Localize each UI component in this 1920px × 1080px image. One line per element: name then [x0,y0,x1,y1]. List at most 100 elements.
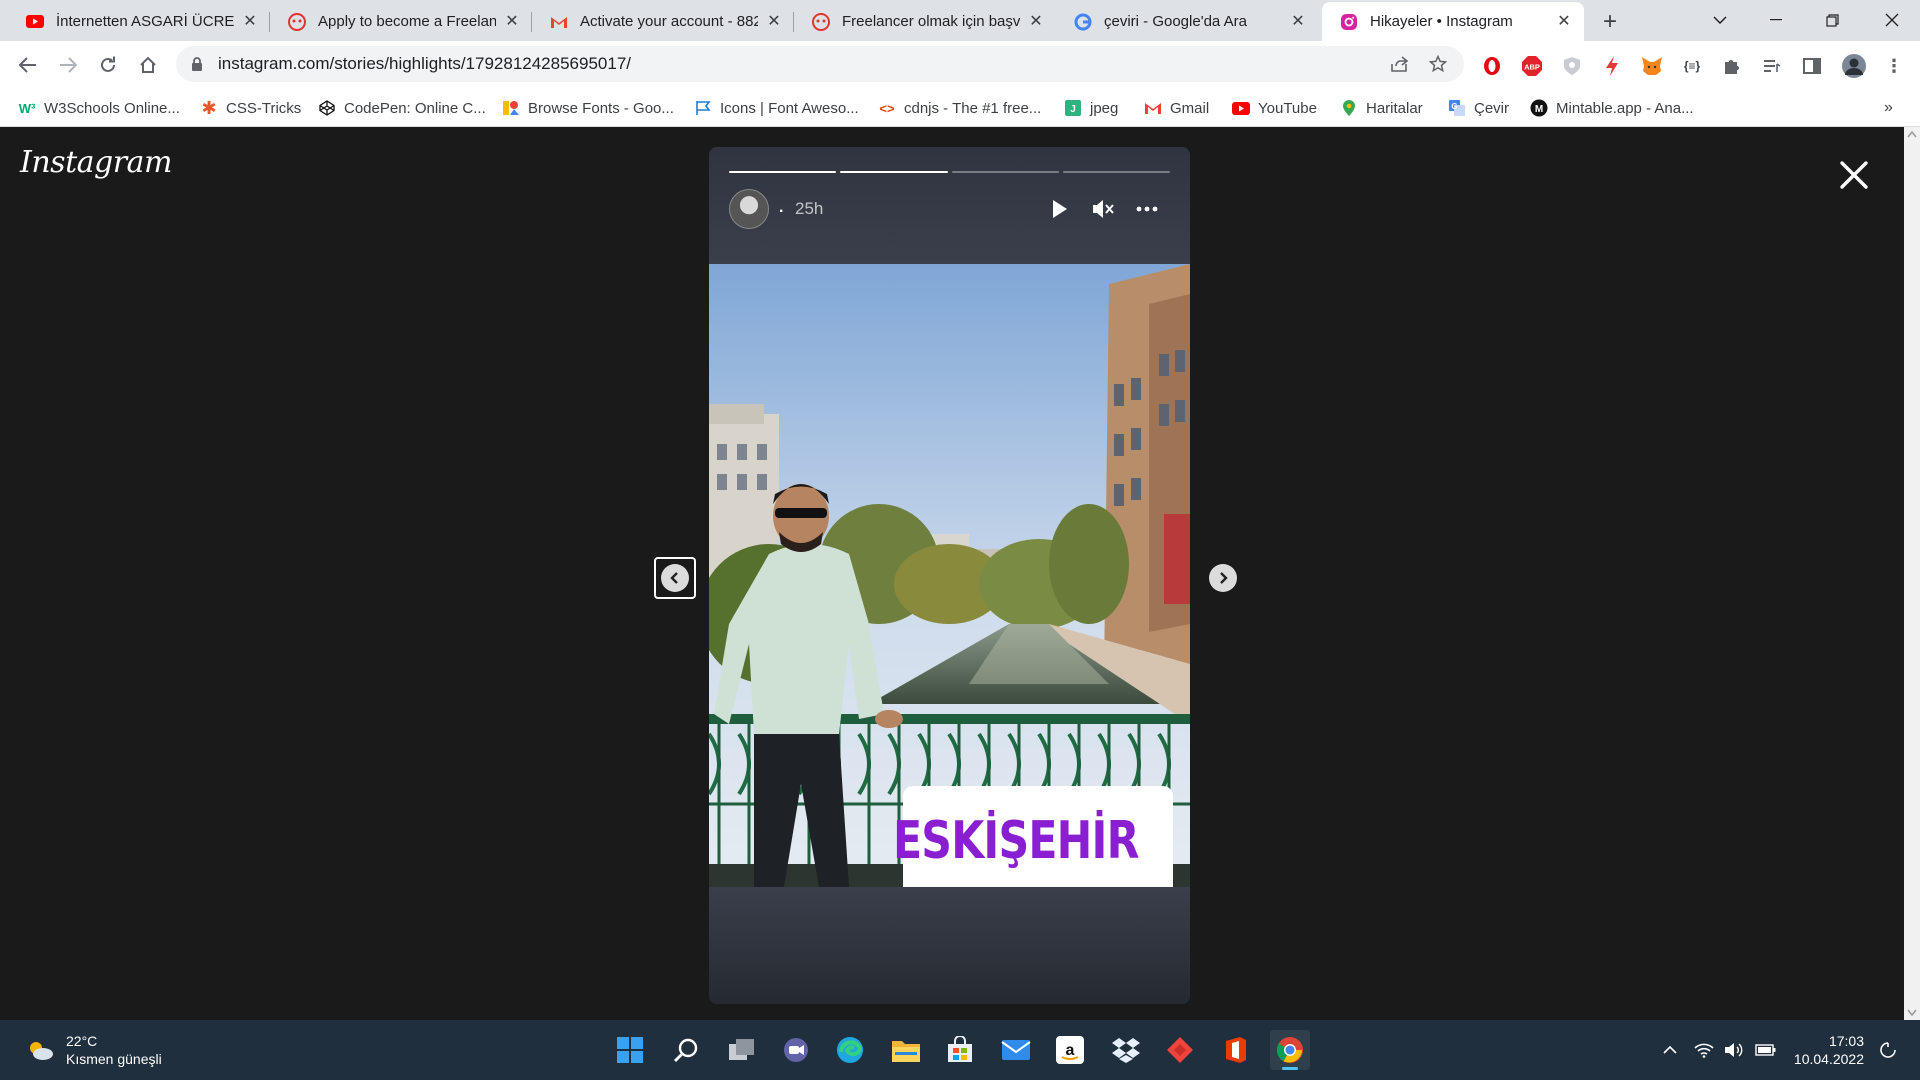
restore-button[interactable] [1804,0,1860,40]
close-tab-icon[interactable]: ✕ [1288,12,1308,32]
profile-avatar[interactable] [1840,52,1868,80]
bookmark-codepen[interactable]: CodePen: Online C... [318,97,486,119]
mail-icon[interactable] [996,1030,1036,1070]
maps-icon [1340,99,1358,117]
tab-instagram[interactable]: Hikayeler • Instagram ✕ [1322,2,1584,41]
location-sticker[interactable]: ESKİŞEHİR [893,786,1173,887]
bookmark-youtube[interactable]: YouTube [1232,97,1317,119]
edge-icon[interactable] [830,1030,870,1070]
close-window-button[interactable] [1864,0,1920,40]
office-icon[interactable] [1216,1030,1256,1070]
more-options-button[interactable] [1133,195,1161,223]
clock-date: 10.04.2022 [1793,1051,1864,1067]
story-viewer[interactable]: . 25h ESKİŞEHİR [709,147,1190,1004]
story-progress-bar [729,171,1170,174]
youtube-icon [26,13,44,31]
tab-freelancer-tr[interactable]: Freelancer olmak için başvur ✕ [794,2,1056,41]
close-story-button[interactable] [1836,157,1872,193]
bookmark-mintable[interactable]: M Mintable.app - Ana... [1530,97,1694,119]
bookmark-jpeg[interactable]: Jjpeg [1064,97,1118,119]
bookmark-cdnjs[interactable]: <> cdnjs - The #1 free... [878,97,1041,119]
bolt-extension-icon[interactable] [1600,54,1624,78]
bookmark-cevir[interactable]: G Çevir [1448,97,1509,119]
google-fonts-icon [502,99,520,117]
story-avatar[interactable] [729,189,769,229]
bookmark-font-awesome[interactable]: Icons | Font Aweso... [694,97,859,119]
weather-temp: 22°C [66,1033,98,1049]
lock-icon[interactable] [190,56,206,72]
tab-google-search[interactable]: çeviri - Google'da Ara ✕ [1056,2,1318,41]
show-hidden-icons-icon[interactable] [1658,1038,1682,1062]
page-scrollbar[interactable] [1904,127,1920,1020]
wifi-icon[interactable] [1692,1038,1716,1062]
chrome-menu-icon[interactable]: ⋮ [1882,54,1906,78]
weather-widget[interactable]: 22°C Kısmen güneşli [26,1032,162,1068]
close-tab-icon[interactable]: ✕ [1554,12,1574,32]
freelancer-icon [288,12,306,31]
amazon-icon[interactable]: a [1050,1030,1090,1070]
store-icon[interactable] [940,1030,980,1070]
instagram-logo[interactable]: Instagram [20,145,172,180]
mute-button[interactable] [1089,195,1117,223]
bookmark-label: Haritalar [1366,99,1423,117]
json-extension-icon[interactable]: {≡} [1680,54,1704,78]
system-clock[interactable]: 17:03 10.04.2022 [1790,1032,1864,1068]
tab-youtube[interactable]: İnternetten ASGARİ ÜCRET ✕ [8,2,270,41]
forward-button[interactable] [52,49,84,81]
notifications-icon[interactable] [1876,1038,1900,1062]
new-tab-button[interactable]: + [1596,9,1624,37]
story-progress-segment [840,171,948,173]
adblock-extension-icon[interactable]: ABP [1520,54,1544,78]
back-button[interactable] [12,49,44,81]
close-tab-icon[interactable]: ✕ [764,12,784,32]
shield-extension-icon[interactable] [1560,54,1584,78]
story-footer-background [709,887,1190,1004]
bookmark-star-icon[interactable] [1426,52,1450,76]
google-icon [1074,13,1092,31]
side-panel-icon[interactable] [1800,54,1824,78]
tab-title: Freelancer olmak için başvur [842,13,1020,30]
search-icon[interactable] [666,1030,706,1070]
bookmark-google-fonts[interactable]: Browse Fonts - Goo... [502,97,674,119]
reload-button[interactable] [92,49,124,81]
url-text[interactable]: instagram.com/stories/highlights/1792812… [218,54,631,74]
close-tab-icon[interactable]: ✕ [502,12,522,32]
address-bar[interactable]: instagram.com/stories/highlights/1792812… [176,46,1464,82]
previous-story-button[interactable] [654,557,696,599]
tab-search-icon[interactable] [1692,0,1748,40]
close-tab-icon[interactable]: ✕ [240,12,260,32]
share-icon[interactable] [1388,52,1412,76]
next-story-button[interactable] [1209,564,1237,592]
svg-text:a: a [1066,1042,1075,1059]
battery-icon[interactable] [1754,1038,1778,1062]
story-username[interactable]: . [779,199,783,217]
task-view-icon[interactable] [722,1030,762,1070]
partly-sunny-icon [30,1042,53,1060]
volume-icon[interactable] [1722,1038,1746,1062]
bookmarks-overflow-button[interactable]: » [1884,97,1893,119]
bookmark-css-tricks[interactable]: ✱ CSS-Tricks [200,97,301,119]
bookmark-label: CSS-Tricks [226,99,302,117]
file-explorer-icon[interactable] [886,1030,926,1070]
opera-extension-icon[interactable] [1480,54,1504,78]
bookmark-gmail[interactable]: Gmail [1144,97,1209,119]
gmail-icon [550,13,568,31]
dropbox-icon[interactable] [1106,1030,1146,1070]
reading-list-icon[interactable] [1760,54,1784,78]
close-tab-icon[interactable]: ✕ [1026,12,1046,32]
play-button[interactable] [1045,195,1073,223]
extensions-puzzle-icon[interactable] [1720,54,1744,78]
svg-text:G: G [1451,102,1457,111]
chat-icon[interactable] [776,1030,816,1070]
bookmark-haritalar[interactable]: Haritalar [1340,97,1423,119]
youtube-icon [1232,99,1250,117]
windows-start-icon[interactable] [610,1030,650,1070]
anydesk-icon[interactable] [1160,1030,1200,1070]
bookmark-w3schools[interactable]: W³ W3Schools Online... [18,97,180,119]
metamask-extension-icon[interactable] [1640,54,1664,78]
tab-gmail[interactable]: Activate your account - 882 ✕ [532,2,794,41]
tab-freelancer-apply[interactable]: Apply to become a Freelancer ✕ [270,2,532,41]
chrome-icon[interactable] [1270,1030,1310,1070]
home-button[interactable] [132,49,164,81]
minimize-button[interactable] [1748,0,1804,40]
